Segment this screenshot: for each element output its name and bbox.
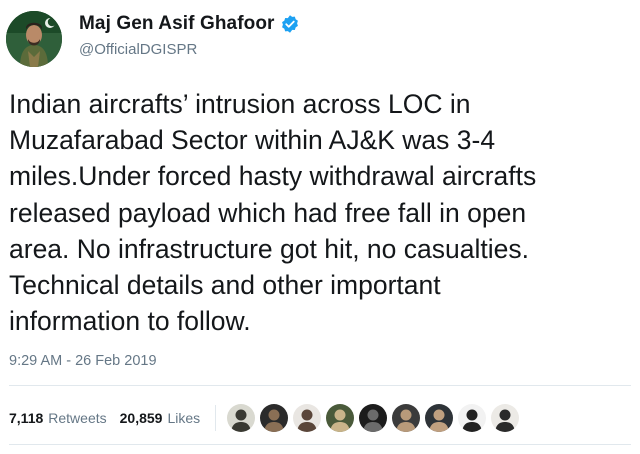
author-name-row: Maj Gen Asif Ghafoor <box>79 13 300 35</box>
retweets-count: 7,118 <box>9 410 44 426</box>
tweet-timestamp[interactable]: 9:29 AM - 26 Feb 2019 <box>9 353 157 369</box>
likes-stat[interactable]: 20,859 Likes <box>120 410 201 426</box>
liker-avatar-3[interactable] <box>292 403 323 433</box>
author-handle[interactable]: @OfficialDGISPR <box>79 41 197 58</box>
user-photo-icon <box>227 404 256 432</box>
liker-avatar-4[interactable] <box>325 403 356 433</box>
tweet-text: Indian aircrafts’ intrusion across LOC i… <box>9 89 537 337</box>
tweet-card: Maj Gen Asif Ghafoor @OfficialDGISPR Ind… <box>0 0 640 454</box>
user-photo-icon <box>458 404 487 432</box>
verified-badge-icon <box>280 14 300 34</box>
author-avatar[interactable] <box>6 11 62 67</box>
profile-photo-icon <box>6 11 62 67</box>
likes-count: 20,859 <box>119 410 163 426</box>
divider <box>9 444 631 445</box>
stats-separator <box>215 405 217 431</box>
user-photo-icon <box>326 404 355 432</box>
tweet-stats: 7,118 Retweets 20,859 Likes <box>9 403 523 433</box>
likes-label: Likes <box>167 410 201 426</box>
user-photo-icon <box>293 404 322 432</box>
liker-avatar-8[interactable] <box>457 403 488 433</box>
liker-avatar-5[interactable] <box>358 403 389 433</box>
divider <box>9 385 631 386</box>
liker-avatar-9[interactable] <box>490 403 521 433</box>
retweets-stat[interactable]: 7,118 Retweets <box>9 410 107 426</box>
user-photo-icon <box>260 404 289 432</box>
user-photo-icon <box>392 404 421 432</box>
liker-avatar-6[interactable] <box>391 403 422 433</box>
user-photo-icon <box>359 404 388 432</box>
author-display-name[interactable]: Maj Gen Asif Ghafoor <box>79 13 275 35</box>
likers-avatars <box>226 403 523 433</box>
liker-avatar-2[interactable] <box>259 403 290 433</box>
liker-avatar-1[interactable] <box>226 403 257 433</box>
user-photo-icon <box>425 404 454 432</box>
user-photo-icon <box>491 404 520 432</box>
liker-avatar-7[interactable] <box>424 403 455 433</box>
retweets-label: Retweets <box>48 410 107 426</box>
